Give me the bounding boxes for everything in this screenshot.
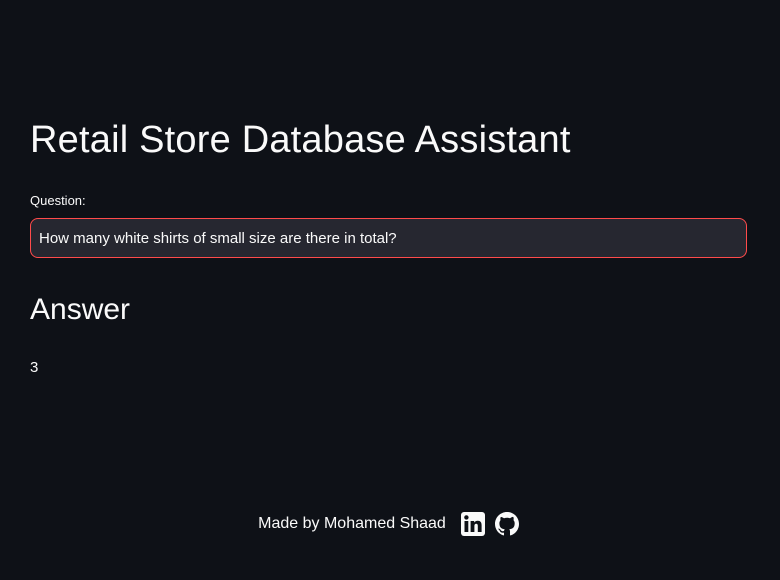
footer-credit: Made by Mohamed Shaad [258, 515, 446, 532]
app-container: Retail Store Database Assistant Question… [0, 0, 780, 580]
page-title: Retail Store Database Assistant [30, 119, 571, 161]
linkedin-icon [460, 512, 485, 536]
question-label: Question: [30, 193, 86, 208]
github-icon [494, 512, 519, 536]
question-input[interactable] [30, 218, 747, 258]
github-link[interactable] [494, 512, 519, 536]
answer-value: 3 [30, 359, 39, 376]
answer-heading: Answer [30, 293, 131, 326]
footer: Made by Mohamed Shaad [0, 510, 780, 538]
linkedin-link[interactable] [460, 512, 485, 536]
